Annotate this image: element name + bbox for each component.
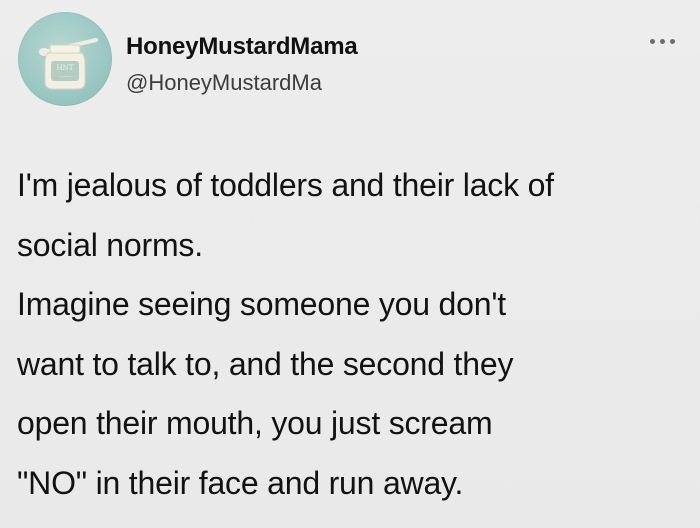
tweet-text-line: I'm jealous of toddlers and their lack o…	[17, 167, 554, 203]
tweet-text: I'm jealous of toddlers and their lack o…	[17, 156, 677, 513]
more-horizontal-icon	[647, 38, 677, 44]
handle[interactable]: @HoneyMustardMa	[126, 70, 322, 96]
svg-text:~~~: ~~~	[59, 74, 72, 80]
avatar-label: HNT	[57, 64, 74, 72]
tweet-card: HNT ~~~ HoneyMustardMama @HoneyMustardMa…	[0, 0, 700, 528]
tweet-text-line: "NO" in their face and run away.	[17, 464, 464, 501]
display-name[interactable]: HoneyMustardMama	[126, 33, 358, 61]
tweet-text-line: Imagine seeing someone you don't	[17, 286, 506, 322]
tweet-text-line: social norms.	[17, 226, 203, 263]
tweet-text-line: want to talk to, and the second they	[17, 345, 514, 382]
honey-jar-icon: HNT ~~~	[39, 38, 98, 90]
tweet-text-line: open their mouth, you just scream	[17, 405, 493, 441]
more-options-button[interactable]	[642, 28, 682, 54]
avatar[interactable]: HNT ~~~	[18, 12, 112, 106]
